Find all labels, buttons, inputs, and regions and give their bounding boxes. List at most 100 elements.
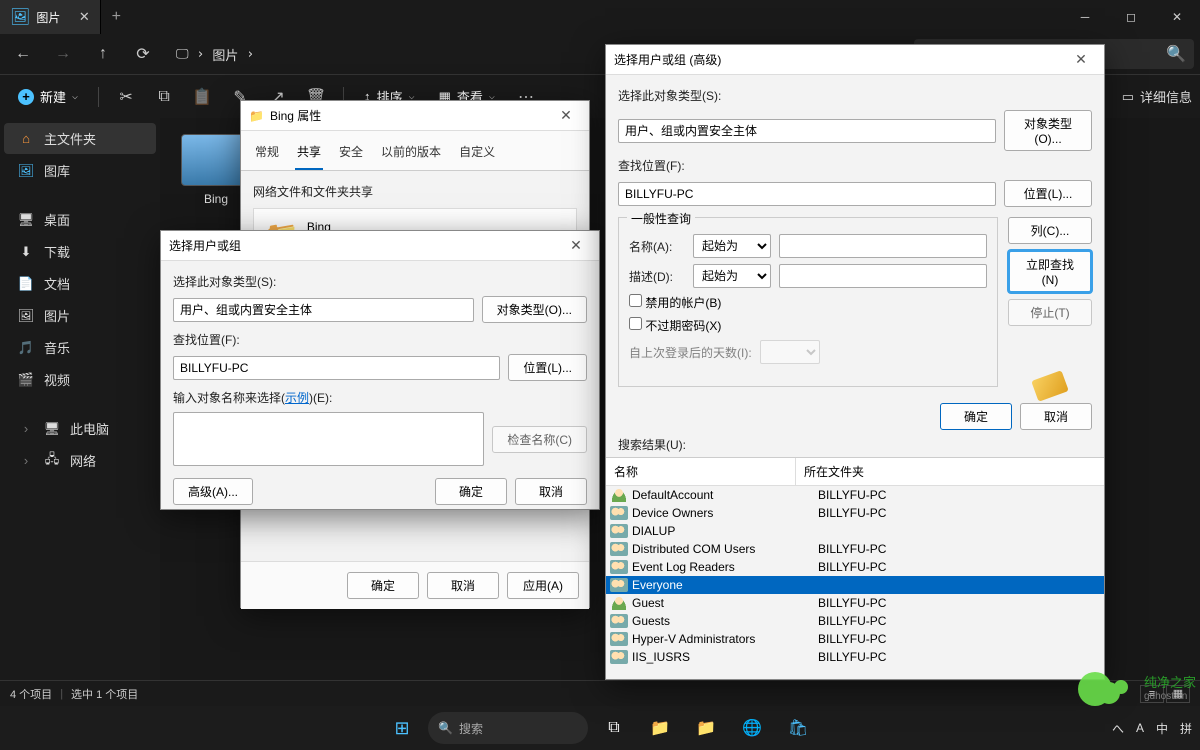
col-name[interactable]: 名称 [606, 458, 796, 485]
group-icon [610, 524, 628, 538]
col-folder[interactable]: 所在文件夹 [796, 458, 872, 485]
cancel-button[interactable]: 取消 [515, 478, 587, 505]
tab[interactable]: 自定义 [457, 139, 497, 170]
maximize-button[interactable]: ◻ [1108, 0, 1154, 34]
object-type-button[interactable]: 对象类型(O)... [1004, 110, 1092, 151]
close-tab-icon[interactable]: ✕ [76, 9, 92, 25]
find-now-button[interactable]: 立即查找(N) [1008, 250, 1092, 293]
ok-button[interactable]: 确定 [435, 478, 507, 505]
tab[interactable]: 以前的版本 [379, 139, 443, 170]
result-row[interactable]: IIS_IUSRSBILLYFU-PC [606, 648, 1104, 666]
sidebar-item-gallery[interactable]: 🖼图库 [4, 155, 156, 186]
copy-button[interactable]: ⧉ [147, 80, 181, 114]
sidebar-item[interactable]: 📄文档 [4, 268, 156, 299]
ime-mode[interactable]: 拼 [1180, 720, 1192, 737]
sidebar-item-network[interactable]: ›🖧网络 [4, 445, 156, 476]
result-row[interactable]: Device OwnersBILLYFU-PC [606, 504, 1104, 522]
names-input[interactable] [173, 412, 484, 466]
location-button[interactable]: 位置(L)... [508, 354, 587, 381]
tray-chevron-icon[interactable]: へ [1112, 720, 1124, 737]
desc-op-select[interactable]: 起始为 [693, 264, 771, 288]
result-row[interactable]: Everyone [606, 576, 1104, 594]
sidebar-item[interactable]: 🎬视频 [4, 364, 156, 395]
dialog-titlebar[interactable]: 选择用户或组 (高级) ✕ [606, 45, 1104, 75]
taskbar-search[interactable]: 🔍搜索 [428, 712, 588, 744]
minimize-button[interactable]: ─ [1062, 0, 1108, 34]
sidebar: ⌂主文件夹 🖼图库 🖥桌面⬇下载📄文档🖼图片🎵音乐🎬视频 ›🖥此电脑 ›🖧网络 [0, 118, 160, 728]
result-row[interactable]: DefaultAccountBILLYFU-PC [606, 486, 1104, 504]
taskbar-explorer[interactable]: 📁 [640, 708, 680, 748]
forward-button[interactable]: → [46, 37, 80, 71]
cancel-button[interactable]: 取消 [427, 572, 499, 599]
object-type-field[interactable] [618, 119, 996, 143]
sidebar-item-home[interactable]: ⌂主文件夹 [4, 123, 156, 154]
sidebar-icon: 🖥 [18, 212, 34, 228]
back-button[interactable]: ← [6, 37, 40, 71]
details-button[interactable]: ▭ 详细信息 [1122, 87, 1192, 106]
taskbar-store[interactable]: 🛍 [778, 708, 818, 748]
system-tray[interactable]: へ A 中 拼 [1112, 720, 1192, 737]
location-label: 查找位置(F): [173, 331, 587, 348]
taskbar-edge[interactable]: 🌐 [732, 708, 772, 748]
example-link[interactable]: 示例 [285, 391, 309, 405]
result-row[interactable]: GuestBILLYFU-PC [606, 594, 1104, 612]
close-icon[interactable]: ✕ [1066, 51, 1096, 68]
breadcrumb[interactable]: 🖵 › 图片 › [176, 45, 254, 64]
taskview-button[interactable]: ⧉ [594, 708, 634, 748]
ok-button[interactable]: 确定 [940, 403, 1012, 430]
advanced-button[interactable]: 高级(A)... [173, 478, 253, 505]
object-type-field[interactable] [173, 298, 474, 322]
result-row[interactable]: Event Log ReadersBILLYFU-PC [606, 558, 1104, 576]
start-button[interactable]: ⊞ [382, 708, 422, 748]
dialog-titlebar[interactable]: 📁 Bing 属性 ✕ [241, 101, 589, 131]
refresh-button[interactable]: ⟳ [126, 37, 160, 71]
result-row[interactable]: DIALUP [606, 522, 1104, 540]
location-button[interactable]: 位置(L)... [1004, 180, 1092, 207]
close-icon[interactable]: ✕ [551, 107, 581, 124]
tab[interactable]: 安全 [337, 139, 365, 170]
dialog-titlebar[interactable]: 选择用户或组 ✕ [161, 231, 599, 261]
sidebar-item[interactable]: 🎵音乐 [4, 332, 156, 363]
close-button[interactable]: ✕ [1154, 0, 1200, 34]
sidebar-item[interactable]: 🖼图片 [4, 300, 156, 331]
row-name: Event Log Readers [632, 560, 818, 574]
close-icon[interactable]: ✕ [561, 237, 591, 254]
disabled-accounts-checkbox[interactable]: 禁用的帐户(B) [629, 294, 721, 311]
cut-button[interactable]: ✂ [109, 80, 143, 114]
breadcrumb-item[interactable]: 图片 [212, 45, 238, 64]
name-op-select[interactable]: 起始为 [693, 234, 771, 258]
tab[interactable]: 共享 [295, 139, 323, 170]
chevron-icon: › [18, 421, 34, 437]
result-row[interactable]: GuestsBILLYFU-PC [606, 612, 1104, 630]
location-field[interactable] [173, 356, 500, 380]
result-row[interactable]: Distributed COM UsersBILLYFU-PC [606, 540, 1104, 558]
results-label: 搜索结果(U): [618, 436, 1092, 453]
tab[interactable]: 常规 [253, 139, 281, 170]
taskbar-explorer-2[interactable]: 📁 [686, 708, 726, 748]
apply-button[interactable]: 应用(A) [507, 572, 579, 599]
sidebar-item[interactable]: 🖥桌面 [4, 204, 156, 235]
result-row[interactable]: INTERACTIVE [606, 666, 1104, 667]
ime-lang[interactable]: 中 [1156, 720, 1168, 737]
stop-button[interactable]: 停止(T) [1008, 299, 1092, 326]
name-input[interactable] [779, 234, 987, 258]
columns-button[interactable]: 列(C)... [1008, 217, 1092, 244]
new-button[interactable]: + 新建 ⌵ [8, 83, 88, 110]
ime-a[interactable]: A [1136, 721, 1144, 735]
nonexpire-checkbox[interactable]: 不过期密码(X) [629, 317, 721, 334]
object-type-button[interactable]: 对象类型(O)... [482, 296, 587, 323]
row-folder: BILLYFU-PC [818, 542, 886, 556]
new-tab-button[interactable]: + [101, 8, 131, 26]
info-icon: ▭ [1122, 89, 1134, 105]
desc-input[interactable] [779, 264, 987, 288]
cancel-button[interactable]: 取消 [1020, 403, 1092, 430]
paste-button[interactable]: 📋 [185, 80, 219, 114]
check-names-button[interactable]: 检查名称(C) [492, 426, 587, 453]
ok-button[interactable]: 确定 [347, 572, 419, 599]
sidebar-item[interactable]: ⬇下载 [4, 236, 156, 267]
result-row[interactable]: Hyper-V AdministratorsBILLYFU-PC [606, 630, 1104, 648]
window-tab[interactable]: 🖼 图片 ✕ [0, 0, 101, 34]
sidebar-item-thispc[interactable]: ›🖥此电脑 [4, 413, 156, 444]
location-field[interactable] [618, 182, 996, 206]
up-button[interactable]: ↑ [86, 37, 120, 71]
